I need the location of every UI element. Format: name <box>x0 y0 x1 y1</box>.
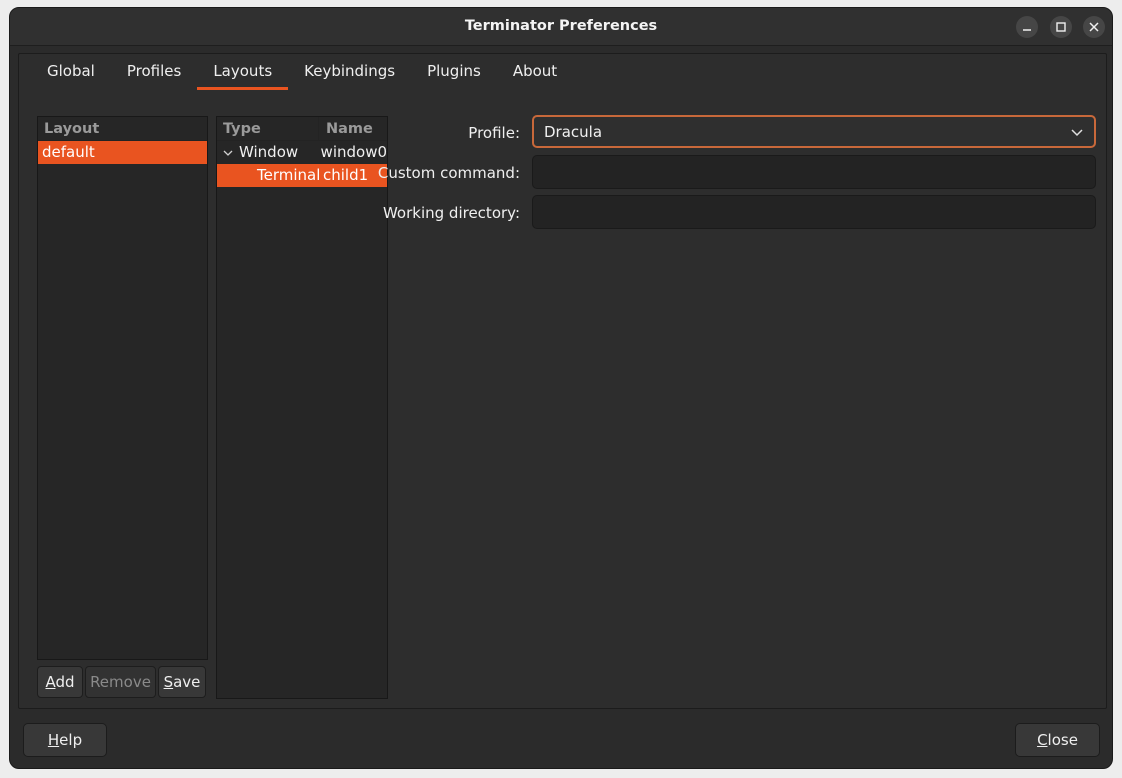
working-directory-label: Working directory: <box>382 204 520 222</box>
tree-cell-type: Window <box>217 141 321 164</box>
close-label: Close <box>1037 731 1078 749</box>
tree-type-label: Terminal <box>257 166 321 184</box>
chevron-down-icon <box>1071 129 1083 137</box>
tree-header: Type Name <box>217 117 387 141</box>
tab-profiles[interactable]: Profiles <box>111 54 197 90</box>
chevron-down-icon[interactable] <box>222 147 234 159</box>
layout-column-header[interactable]: Layout <box>38 117 207 141</box>
title-bar[interactable]: Terminator Preferences <box>10 8 1112 46</box>
profile-select-value: Dracula <box>544 123 603 141</box>
custom-command-label: Custom command: <box>377 164 520 182</box>
layout-tree[interactable]: Type Name Window window0 Terminal child1 <box>216 116 388 699</box>
tree-name-label: window0 <box>320 143 387 161</box>
name-column-header[interactable]: Name <box>319 117 373 140</box>
close-icon <box>1089 22 1099 32</box>
tab-keybindings[interactable]: Keybindings <box>288 54 411 90</box>
tree-row-window[interactable]: Window window0 <box>217 141 387 164</box>
tab-bar: Global Profiles Layouts Keybindings Plug… <box>19 54 573 90</box>
tab-layouts[interactable]: Layouts <box>197 54 288 90</box>
remove-layout-button[interactable]: Remove <box>85 666 156 698</box>
layout-button-row: Add Remove Save <box>37 666 206 698</box>
maximize-icon <box>1056 22 1066 32</box>
custom-command-field[interactable] <box>532 155 1096 189</box>
add-label: Add <box>45 673 75 691</box>
profile-label: Profile: <box>468 124 520 142</box>
type-column-header[interactable]: Type <box>217 117 319 140</box>
preferences-notebook: Global Profiles Layouts Keybindings Plug… <box>18 53 1107 709</box>
window-title: Terminator Preferences <box>464 18 658 34</box>
tree-type-label: Window <box>239 143 299 161</box>
help-button[interactable]: Help <box>23 723 107 757</box>
tab-plugins[interactable]: Plugins <box>411 54 497 90</box>
tab-global[interactable]: Global <box>31 54 111 90</box>
save-layout-button[interactable]: Save <box>158 666 206 698</box>
minimize-button[interactable] <box>1016 16 1038 38</box>
minimize-icon <box>1023 29 1031 31</box>
maximize-button[interactable] <box>1050 16 1072 38</box>
close-button[interactable]: Close <box>1015 723 1100 757</box>
working-directory-field[interactable] <box>532 195 1096 229</box>
profile-select[interactable]: Dracula <box>532 115 1096 148</box>
tree-name-label: child1 <box>323 166 369 184</box>
help-label: Help <box>47 731 83 749</box>
layout-item-default[interactable]: default <box>38 141 207 164</box>
preferences-window: Terminator Preferences Global Profiles L… <box>9 7 1113 769</box>
add-layout-button[interactable]: Add <box>37 666 83 698</box>
layouts-list[interactable]: Layout default <box>37 116 208 660</box>
remove-label: Remove <box>90 673 151 691</box>
close-window-button[interactable] <box>1083 16 1105 38</box>
tab-about[interactable]: About <box>497 54 573 90</box>
tree-row-terminal[interactable]: Terminal child1 <box>217 164 387 187</box>
save-label: Save <box>163 673 201 691</box>
